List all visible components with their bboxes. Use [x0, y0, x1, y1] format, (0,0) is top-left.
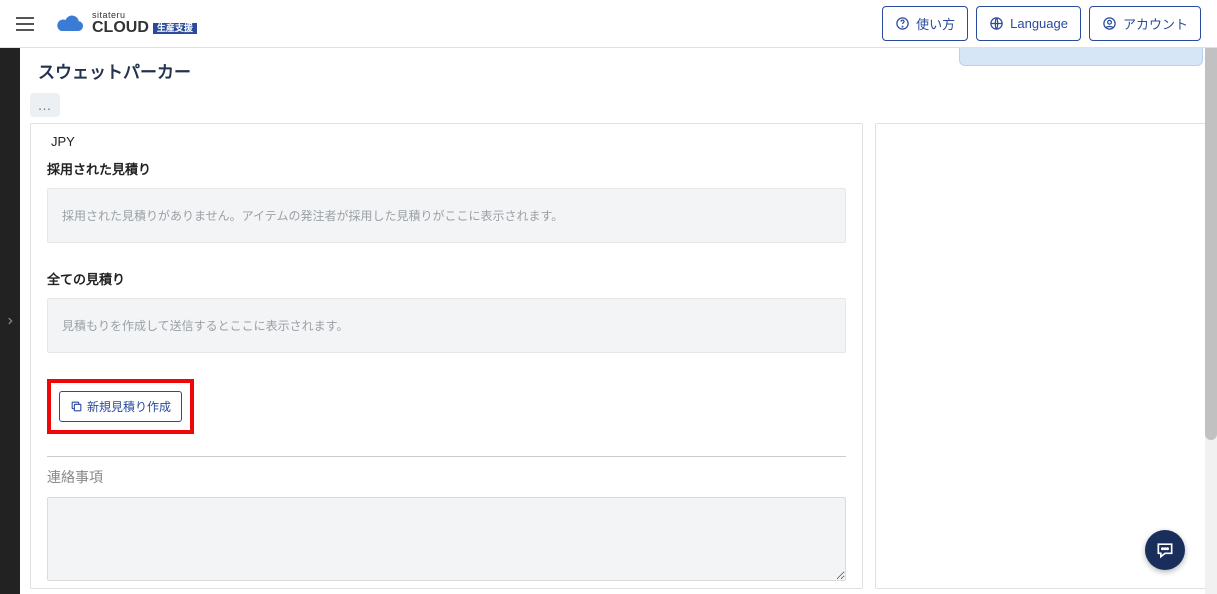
- collapsed-panel-tab[interactable]: [959, 48, 1203, 66]
- account-button[interactable]: アカウント: [1089, 6, 1201, 41]
- chat-icon: [1155, 540, 1175, 560]
- chevron-right-icon: [5, 316, 15, 326]
- more-actions-button[interactable]: …: [30, 93, 60, 117]
- globe-icon: [989, 16, 1004, 31]
- language-button[interactable]: Language: [976, 6, 1081, 41]
- adopted-estimates-empty: 採用された見積りがありません。アイテムの発注者が採用した見積りがここに表示されま…: [47, 188, 846, 243]
- create-estimate-button[interactable]: 新規見積り作成: [59, 391, 182, 422]
- all-estimates-empty: 見積もりを作成して送信するとここに表示されます。: [47, 298, 846, 353]
- notes-label: 連絡事項: [47, 467, 846, 487]
- scrollbar[interactable]: [1205, 0, 1217, 594]
- side-card: [875, 123, 1207, 589]
- currency-label: JPY: [47, 134, 846, 149]
- divider: [47, 456, 846, 457]
- left-rail-expand[interactable]: [0, 48, 20, 594]
- logo[interactable]: sitateru CLOUD 生産支援: [56, 11, 197, 36]
- user-circle-icon: [1102, 16, 1117, 31]
- chat-fab[interactable]: [1145, 530, 1185, 570]
- logo-title: CLOUD: [92, 20, 149, 36]
- howto-button[interactable]: 使い方: [882, 6, 968, 41]
- cloud-icon: [56, 13, 86, 35]
- kebab-icon: …: [38, 97, 53, 113]
- scrollbar-thumb[interactable]: [1205, 10, 1217, 440]
- notes-textarea[interactable]: [47, 497, 846, 581]
- menu-icon[interactable]: [16, 12, 40, 36]
- all-estimates-label: 全ての見積り: [47, 269, 846, 288]
- highlight-frame: 新規見積り作成: [47, 379, 194, 434]
- adopted-estimates-label: 採用された見積り: [47, 159, 846, 178]
- top-bar: sitateru CLOUD 生産支援 使い方 Language アカウント: [0, 0, 1217, 48]
- help-circle-icon: [895, 16, 910, 31]
- logo-badge: 生産支援: [153, 23, 197, 34]
- copy-icon: [70, 400, 83, 413]
- main-card: JPY 採用された見積り 採用された見積りがありません。アイテムの発注者が採用し…: [30, 123, 863, 589]
